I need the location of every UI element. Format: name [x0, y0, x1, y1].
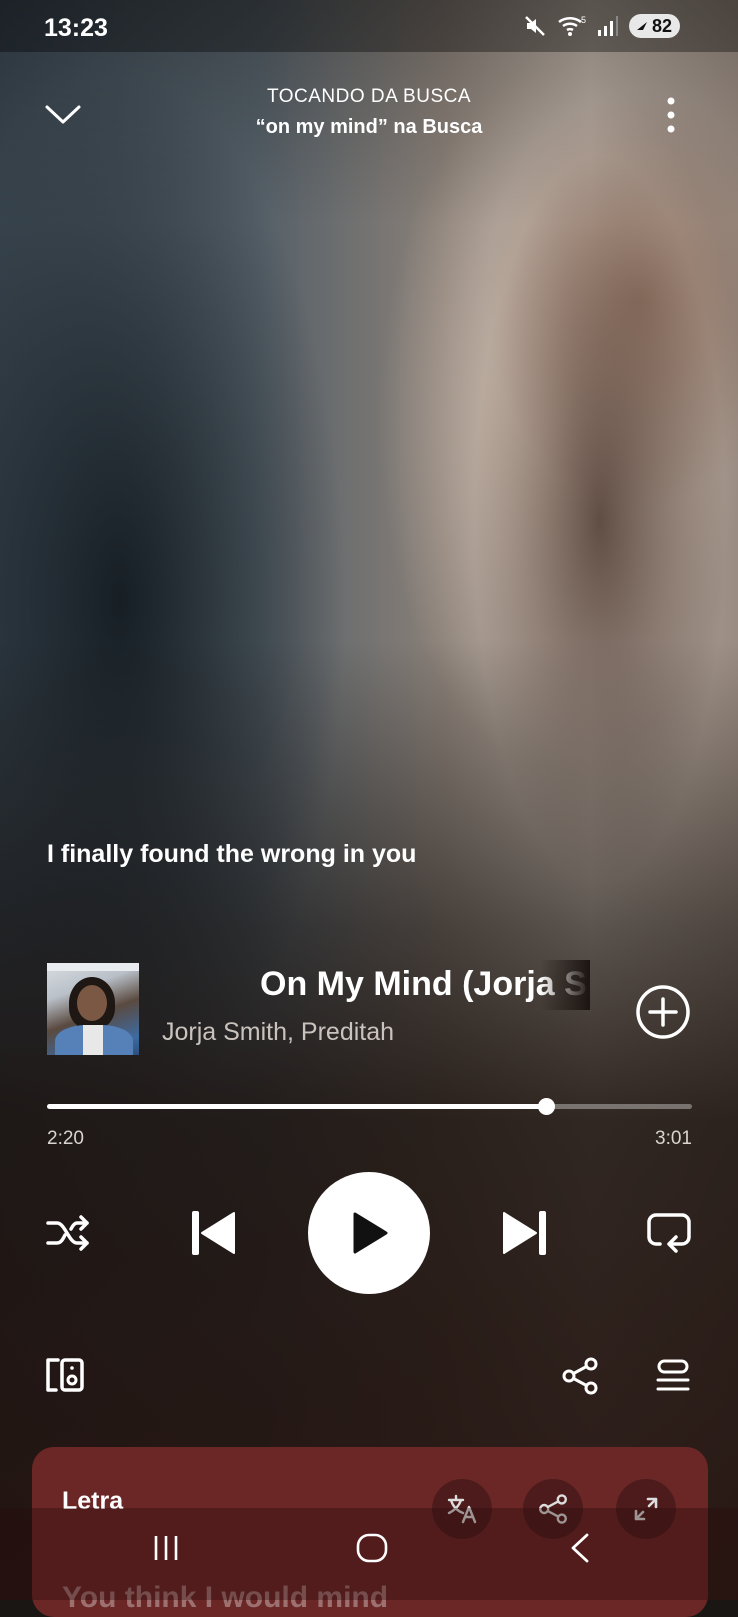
home-icon [356, 1533, 388, 1563]
progress-fill [47, 1104, 546, 1109]
context-title[interactable]: “on my mind” na Busca [0, 116, 738, 139]
system-navigation-bar [0, 1508, 738, 1600]
more-options-button[interactable] [666, 96, 676, 139]
total-time: 3:01 [655, 1128, 692, 1149]
add-to-library-button[interactable] [634, 983, 692, 1046]
battery-level: 82 [651, 15, 672, 36]
status-time: 13:23 [44, 14, 108, 42]
more-vertical-icon [667, 97, 675, 133]
shuffle-icon [46, 1215, 89, 1251]
cover-strip [47, 963, 139, 971]
connect-device-button[interactable] [44, 1356, 86, 1399]
status-bar: 13:23 5 82 [0, 0, 738, 52]
signal-icon [597, 16, 618, 36]
queue-icon [656, 1359, 690, 1391]
wifi-icon: 5 [558, 15, 586, 36]
progress-handle[interactable] [537, 1098, 555, 1115]
context-label: TOCANDO DA BUSCA [266, 86, 472, 107]
home-button[interactable] [355, 1532, 389, 1569]
play-button[interactable] [308, 1172, 430, 1294]
background-shade [0, 0, 738, 1600]
battery-badge: 82 [628, 14, 680, 38]
add-circle-icon [636, 985, 690, 1039]
repeat-icon [647, 1213, 691, 1253]
play-icon [353, 1212, 388, 1254]
track-artist[interactable]: Jorja Smith, Preditah [162, 1018, 394, 1047]
share-button[interactable] [560, 1356, 600, 1401]
next-button[interactable] [502, 1209, 548, 1262]
track-title-marquee[interactable]: On My Mind (Jorja Smith X Preditah) [160, 965, 590, 1010]
player-header: TOCANDO DA BUSCA “on my mind” na Busca [0, 82, 738, 152]
skip-previous-icon [192, 1211, 235, 1255]
status-icons: 5 82 [523, 14, 680, 38]
skip-next-icon [503, 1211, 546, 1255]
recent-apps-button[interactable] [150, 1532, 182, 1569]
recent-apps-icon [154, 1536, 178, 1560]
cover-face [77, 985, 107, 1021]
current-lyric-line: I finally found the wrong in you [47, 840, 417, 868]
title-fade [540, 960, 590, 1010]
back-button[interactable] [568, 1532, 592, 1569]
battery-saver-icon [636, 22, 647, 30]
previous-button[interactable] [190, 1209, 236, 1262]
mute-icon [525, 16, 545, 36]
elapsed-time: 2:20 [47, 1128, 84, 1149]
shuffle-button[interactable] [45, 1213, 91, 1258]
album-cover[interactable] [47, 963, 139, 1055]
wifi-badge: 5 [581, 15, 586, 25]
back-icon [571, 1533, 589, 1563]
progress-bar[interactable] [47, 1098, 692, 1115]
share-icon [562, 1357, 598, 1395]
queue-button[interactable] [655, 1358, 691, 1399]
repeat-button[interactable] [646, 1212, 692, 1259]
cover-shirt [83, 1025, 103, 1055]
connect-device-icon [46, 1358, 84, 1392]
